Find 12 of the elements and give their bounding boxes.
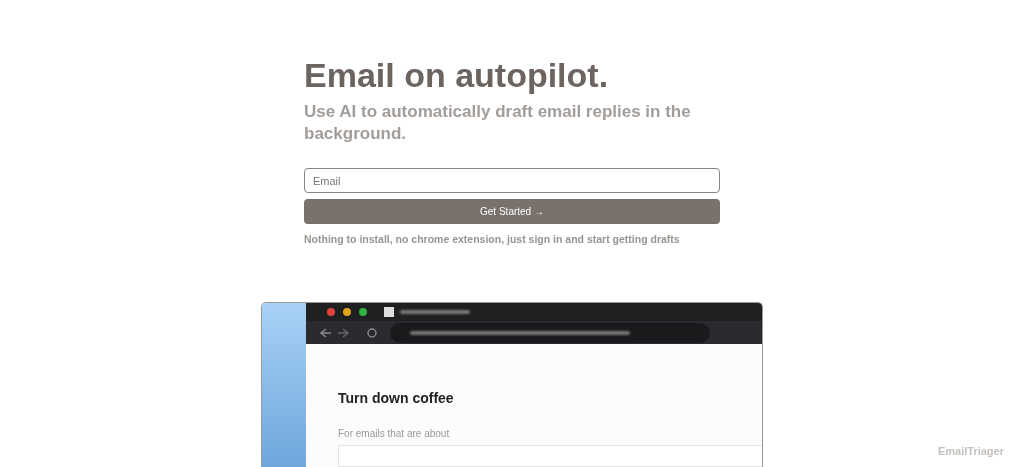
address-bar[interactable] xyxy=(390,322,710,343)
navigation-icon xyxy=(318,326,378,339)
field-label: For emails that are about xyxy=(338,428,451,439)
email-field[interactable]: Email xyxy=(304,168,720,193)
signup-note: Nothing to install, no chrome extension, just sign in and start getting drafts xyxy=(304,233,681,245)
hero-subtitle: Use AI to automatically draft email replies in the background. xyxy=(304,101,692,145)
window-controls-icon xyxy=(326,307,370,317)
get-started-button[interactable]: Get Started → xyxy=(304,199,720,224)
brand-label: EmailTriager xyxy=(937,445,1004,457)
topic-field[interactable] xyxy=(338,445,762,467)
automation-title: Turn down coffee xyxy=(338,390,455,406)
hero-title: Email on autopilot. xyxy=(304,55,610,95)
